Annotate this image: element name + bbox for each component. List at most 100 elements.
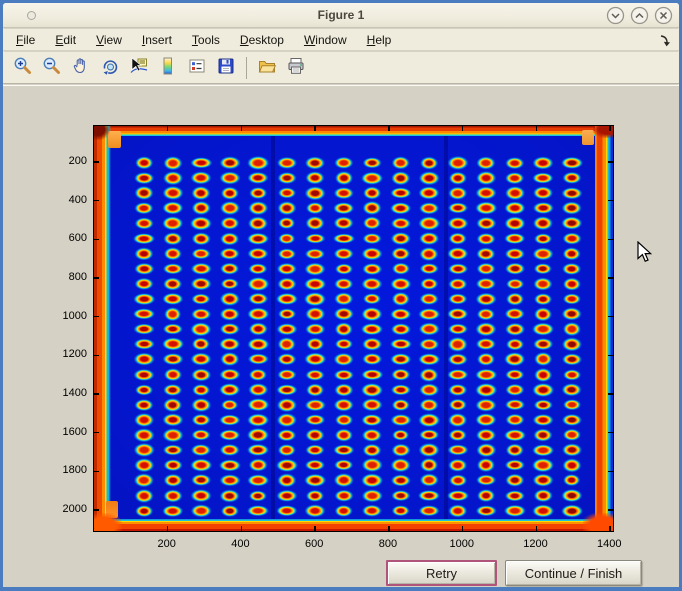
- heat-spot: [190, 217, 212, 230]
- heat-spot: [162, 202, 183, 215]
- continue-finish-button[interactable]: Continue / Finish: [505, 560, 642, 586]
- heat-spot: [163, 398, 183, 412]
- menu-tools[interactable]: Tools: [185, 30, 227, 50]
- heat-spot: [334, 157, 353, 169]
- heat-spot: [362, 354, 382, 366]
- menu-file[interactable]: File: [9, 30, 42, 50]
- menu-desktop[interactable]: Desktop: [233, 30, 291, 50]
- heat-spot: [390, 459, 411, 473]
- heat-spot: [533, 414, 554, 426]
- heat-spot: [505, 444, 523, 457]
- heat-spot: [390, 475, 410, 486]
- heat-spot: [333, 233, 355, 244]
- heat-spot: [391, 292, 409, 306]
- heat-spot: [532, 504, 554, 517]
- x-tick-label: 600: [305, 538, 323, 550]
- heat-spot: [362, 277, 383, 290]
- heat-spot: [532, 459, 554, 473]
- heat-spot: [391, 156, 410, 169]
- heat-spot: [333, 203, 355, 215]
- print-figure-button[interactable]: [283, 55, 309, 81]
- insert-legend-icon: [187, 56, 207, 79]
- menu-window[interactable]: Window: [297, 30, 354, 50]
- heat-spot: [390, 188, 411, 199]
- heat-spot: [248, 247, 269, 260]
- save-figure-button[interactable]: [213, 55, 239, 81]
- toolbar-separator: [246, 57, 247, 79]
- close-button[interactable]: [654, 6, 673, 25]
- heat-spot: [135, 399, 154, 411]
- heat-spot: [304, 474, 326, 486]
- heat-spot: [163, 232, 182, 245]
- heat-spot: [276, 489, 297, 501]
- heat-spot: [447, 445, 468, 456]
- heat-spot: [418, 308, 440, 320]
- tick-mark: [241, 526, 243, 531]
- heat-spot: [419, 232, 439, 246]
- open-file-button[interactable]: [254, 55, 280, 81]
- heat-spot: [248, 293, 268, 305]
- heat-spot: [134, 428, 155, 441]
- minimize-button[interactable]: [606, 6, 625, 25]
- insert-colorbar-button[interactable]: [155, 55, 181, 81]
- heat-spot: [247, 156, 269, 170]
- heat-spot: [534, 263, 552, 275]
- heat-spot: [247, 414, 269, 427]
- heat-spot: [277, 369, 296, 381]
- menu-edit[interactable]: Edit: [48, 30, 83, 50]
- heat-spot: [477, 232, 496, 244]
- heat-spot: [475, 202, 497, 215]
- heat-spot: [477, 263, 496, 276]
- heat-spot: [448, 384, 468, 396]
- heat-spot: [305, 186, 326, 199]
- heat-spot: [277, 354, 297, 365]
- heat-spot: [304, 278, 326, 291]
- tick-mark: [608, 471, 613, 473]
- heat-spot: [135, 202, 154, 214]
- heat-spot: [334, 505, 353, 517]
- heat-spot: [361, 323, 383, 335]
- heat-spot: [190, 157, 211, 168]
- heatmap-image[interactable]: [94, 126, 613, 531]
- heat-spot: [162, 293, 183, 305]
- heat-spot: [391, 490, 410, 502]
- heat-spot: [418, 217, 440, 230]
- retry-button[interactable]: Retry: [386, 560, 497, 586]
- heat-spot: [334, 383, 353, 396]
- heat-spot: [361, 172, 383, 184]
- heat-spot: [476, 187, 497, 200]
- heat-spot: [447, 217, 468, 229]
- heat-spot: [476, 293, 497, 306]
- menu-insert[interactable]: Insert: [135, 30, 179, 50]
- heat-spot: [391, 399, 409, 411]
- zoom-out-button[interactable]: [39, 55, 65, 81]
- menu-view[interactable]: View: [89, 30, 129, 50]
- heat-spot: [133, 293, 155, 305]
- heat-spot: [506, 339, 524, 350]
- menu-help[interactable]: Help: [360, 30, 399, 50]
- heat-spot: [504, 233, 526, 245]
- heat-spot: [506, 293, 524, 306]
- heat-spot: [363, 444, 382, 456]
- pan-button[interactable]: [68, 55, 94, 81]
- heat-spot: [219, 308, 240, 321]
- tick-mark: [536, 526, 538, 531]
- zoom-in-button[interactable]: [10, 55, 36, 81]
- y-tick-label: 2000: [49, 503, 87, 515]
- heat-spot: [306, 429, 325, 442]
- rotate-3d-button[interactable]: [97, 55, 123, 81]
- dock-figure-icon[interactable]: [658, 34, 671, 52]
- heat-spot: [362, 247, 383, 260]
- heat-spot: [534, 489, 553, 503]
- heat-spot: [390, 308, 412, 319]
- heat-spot: [448, 413, 468, 427]
- heat-spot: [191, 489, 212, 503]
- heat-spot: [476, 475, 496, 486]
- heat-spot: [504, 490, 524, 501]
- heat-spot: [191, 323, 212, 336]
- maximize-button[interactable]: [630, 6, 649, 25]
- heat-spot: [476, 217, 495, 229]
- insert-legend-button[interactable]: [184, 55, 210, 81]
- data-cursor-button[interactable]: [126, 55, 152, 81]
- heat-spot: [305, 414, 325, 425]
